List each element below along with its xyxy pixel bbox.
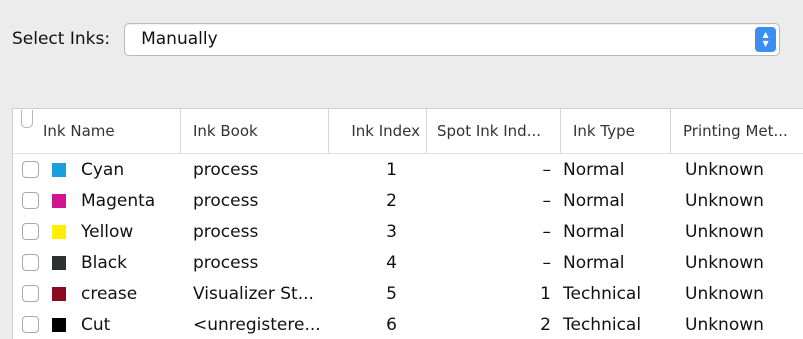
row-checkbox[interactable] — [22, 223, 39, 240]
ink-name: crease — [81, 283, 138, 304]
cell-ink-index: 5 — [386, 283, 397, 304]
cell-ink-type: Normal — [563, 190, 625, 211]
cell-ink-index: 4 — [386, 252, 397, 273]
cell-ink-book: Visualizer St... — [193, 283, 314, 304]
chevron-up-down-icon[interactable]: ▲ ▼ — [755, 26, 777, 52]
cell-ink-index: 6 — [386, 314, 397, 335]
ink-color-swatch — [52, 224, 66, 239]
select-inks-row: Select Inks: Manually ▲ ▼ — [12, 22, 802, 56]
row-checkbox[interactable] — [22, 192, 39, 209]
cell-ink-type: Technical — [563, 283, 642, 304]
cell-spot-ink-index: – — [542, 252, 552, 273]
cell-printing-method: Unknown — [685, 159, 764, 180]
cell-ink-name: Cyan — [13, 154, 181, 185]
cell-printing-method: Unknown — [685, 283, 764, 304]
cell-spot-ink-index: 2 — [540, 314, 551, 335]
cell-ink-name: Cut — [13, 309, 181, 339]
select-inks-value: Manually — [141, 29, 218, 49]
ink-name: Cut — [81, 314, 111, 335]
row-checkbox[interactable] — [22, 316, 39, 333]
table-row[interactable]: Magenta process 2 – Normal Unknown — [13, 185, 803, 216]
table-row[interactable]: crease Visualizer St... 5 1 Technical Un… — [13, 278, 803, 309]
cell-printing-method: Unknown — [685, 190, 764, 211]
cell-ink-type: Technical — [563, 314, 642, 335]
ink-color-swatch — [52, 193, 66, 208]
table-row[interactable]: Yellow process 3 – Normal Unknown — [13, 216, 803, 247]
ink-color-swatch — [52, 317, 66, 332]
row-checkbox[interactable] — [22, 161, 39, 178]
cell-ink-index: 1 — [386, 159, 397, 180]
cell-ink-type: Normal — [563, 252, 625, 273]
cell-ink-book: <unregistere... — [193, 314, 321, 335]
row-checkbox[interactable] — [22, 285, 39, 302]
column-header-ink-index[interactable]: Ink Index — [329, 109, 427, 153]
cell-ink-book: process — [193, 252, 259, 273]
select-inks-label: Select Inks: — [12, 29, 111, 49]
table-row[interactable]: Cyan process 1 – Normal Unknown — [13, 154, 803, 185]
cell-ink-index: 2 — [386, 190, 397, 211]
table-body: Cyan process 1 – Normal Unknown Magenta … — [13, 154, 803, 339]
select-all-checkbox[interactable] — [21, 110, 33, 128]
column-header-ink-book[interactable]: Ink Book — [181, 109, 329, 153]
cell-printing-method: Unknown — [685, 252, 764, 273]
cell-spot-ink-index: 1 — [540, 283, 551, 304]
ink-name: Magenta — [81, 190, 156, 211]
cell-ink-index: 3 — [386, 221, 397, 242]
select-inks-dropdown[interactable]: Manually ▲ ▼ — [124, 22, 781, 56]
cell-ink-name: Black — [13, 247, 181, 278]
table-header: Ink Name Ink Book Ink Index Spot Ink Ind… — [13, 109, 803, 154]
ink-name: Black — [81, 252, 127, 273]
cell-ink-type: Normal — [563, 159, 625, 180]
cell-ink-book: process — [193, 159, 259, 180]
cell-printing-method: Unknown — [685, 221, 764, 242]
ink-color-swatch — [52, 162, 66, 177]
cell-printing-method: Unknown — [685, 314, 764, 335]
cell-ink-book: process — [193, 190, 259, 211]
column-header-ink-type[interactable]: Ink Type — [561, 109, 671, 153]
cell-spot-ink-index: – — [542, 190, 552, 211]
column-header-spot-ink-index[interactable]: Spot Ink Ind... — [427, 109, 561, 153]
cell-ink-name: Magenta — [13, 185, 181, 216]
inks-table: Ink Name Ink Book Ink Index Spot Ink Ind… — [12, 108, 803, 339]
cell-spot-ink-index: – — [542, 159, 552, 180]
cell-ink-name: Yellow — [13, 216, 181, 247]
ink-name: Cyan — [81, 159, 125, 180]
column-header-ink-name[interactable]: Ink Name — [13, 109, 181, 153]
table-row[interactable]: Cut <unregistere... 6 2 Technical Unknow… — [13, 309, 803, 339]
cell-ink-type: Normal — [563, 221, 625, 242]
ink-name: Yellow — [81, 221, 134, 242]
cell-ink-name: crease — [13, 278, 181, 309]
cell-ink-book: process — [193, 221, 259, 242]
table-row[interactable]: Black process 4 – Normal Unknown — [13, 247, 803, 278]
row-checkbox[interactable] — [22, 254, 39, 271]
ink-color-swatch — [52, 286, 66, 301]
column-header-printing-method[interactable]: Printing Met... — [671, 109, 803, 153]
ink-color-swatch — [52, 255, 66, 270]
cell-spot-ink-index: – — [542, 221, 552, 242]
